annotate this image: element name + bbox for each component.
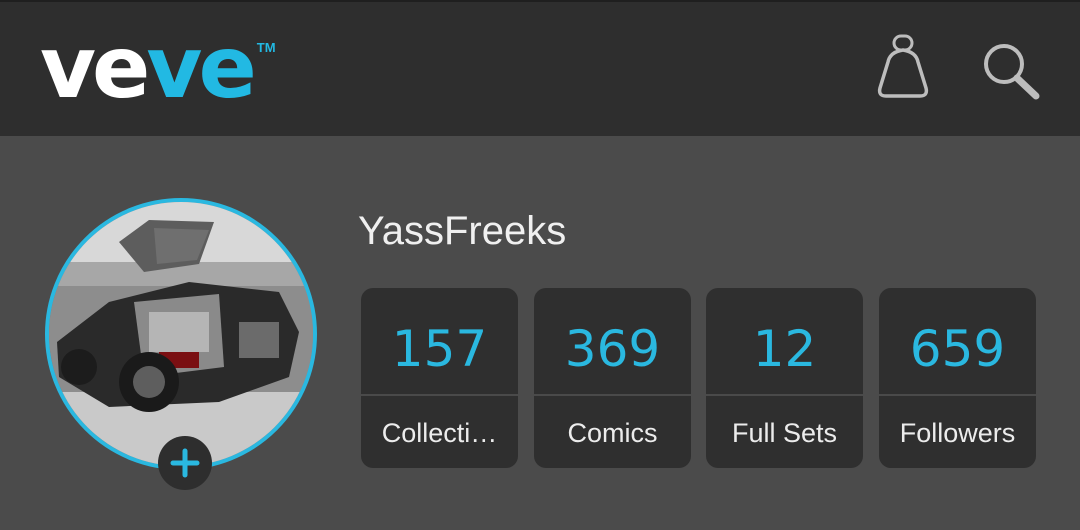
stat-value: 157 (391, 320, 488, 378)
stat-label: Followers (899, 418, 1016, 448)
plus-icon (170, 448, 200, 478)
stat-followers[interactable]: 659 Followers (879, 288, 1036, 468)
app-header: ve ve TM (0, 0, 1080, 136)
veve-logo[interactable]: ve ve TM (40, 18, 276, 118)
stat-value: 12 (752, 320, 817, 378)
profile-avatar-container (45, 198, 317, 490)
stat-value: 369 (564, 320, 661, 378)
add-avatar-button[interactable] (158, 436, 212, 490)
stat-label: Full Sets (731, 418, 838, 448)
stat-label: Collecti… (381, 418, 498, 448)
delorean-car-avatar (49, 202, 313, 466)
stat-comics[interactable]: 369 Comics (534, 288, 691, 468)
stat-divider (534, 394, 691, 396)
logo-part-blue: ve (146, 18, 256, 118)
stat-value: 659 (909, 320, 1006, 378)
stat-divider (706, 394, 863, 396)
search-icon (984, 44, 1040, 100)
profile-avatar[interactable] (45, 198, 317, 470)
shopping-bag-button[interactable] (874, 32, 932, 102)
logo-trademark: TM (256, 40, 276, 55)
stat-collections[interactable]: 157 Collecti… (361, 288, 518, 468)
stat-full-sets[interactable]: 12 Full Sets (706, 288, 863, 468)
search-button[interactable] (978, 38, 1044, 102)
username: YassFreeks (358, 209, 567, 253)
shopping-bag-icon (877, 34, 929, 98)
stat-divider (361, 394, 518, 396)
stat-divider (879, 394, 1036, 396)
logo-part-white: ve (40, 18, 150, 118)
stat-label: Comics (567, 418, 658, 448)
